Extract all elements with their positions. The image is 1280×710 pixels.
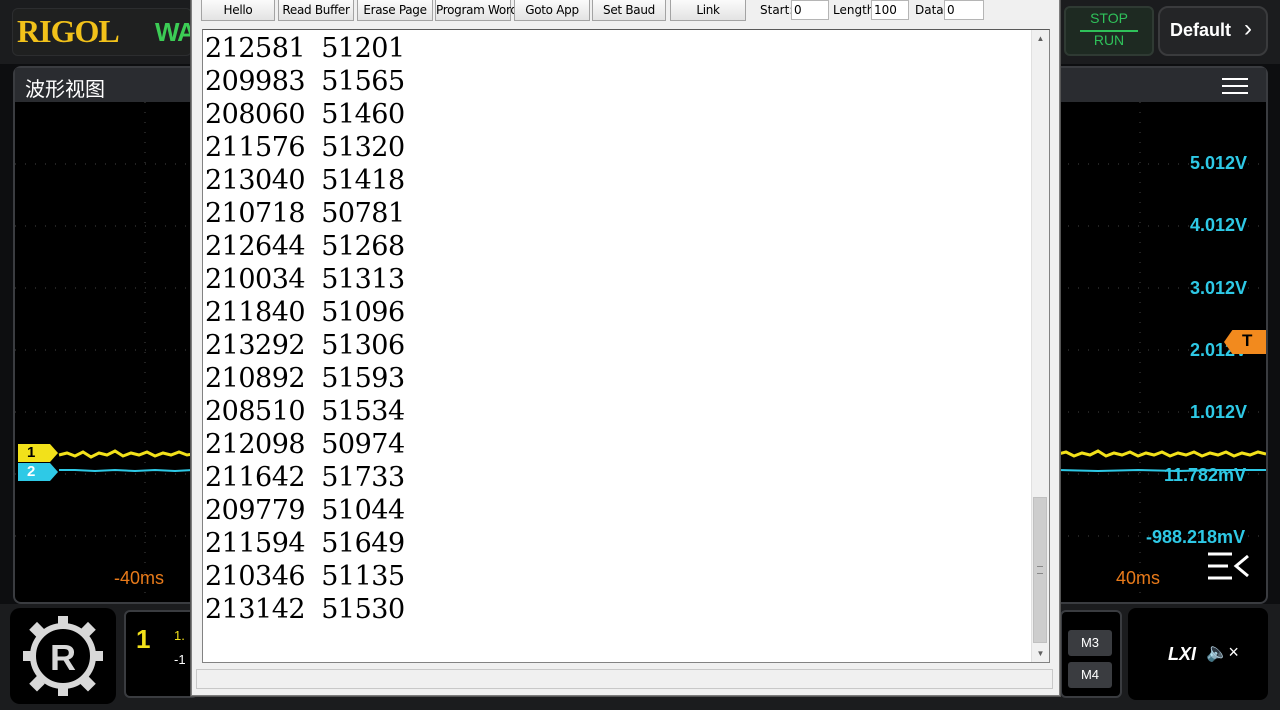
ch1-offset-partial: -1 xyxy=(174,652,186,667)
speaker-muted-icon[interactable]: 🔈× xyxy=(1206,642,1239,663)
scroll-thumb[interactable] xyxy=(1033,497,1047,643)
volt-label-3: 3.012V xyxy=(1190,278,1248,298)
brand-text: RIGOL xyxy=(17,13,120,49)
volt-label-6: 11.782mV xyxy=(1164,465,1247,485)
list-item[interactable]: 210718 50781 xyxy=(205,197,405,230)
rigol-logo: RIGOL WA xyxy=(12,8,196,56)
math-box: M3 M4 xyxy=(1060,610,1122,698)
lxi-logo: LXI xyxy=(1168,644,1197,664)
list-item[interactable]: 208060 51460 xyxy=(205,98,405,131)
erase-page-button[interactable]: Erase Page xyxy=(357,0,433,21)
ch1-number: 1 xyxy=(136,624,151,654)
waveform-view-panel: 波形视图 xyxy=(13,66,193,604)
stop-label: STOP xyxy=(1090,10,1128,26)
ch1-settings-box[interactable]: 1 1. -1 xyxy=(124,610,198,698)
volt-label-1: 5.012V xyxy=(1190,153,1248,173)
vertical-scrollbar[interactable]: ▲ ▼ xyxy=(1031,30,1049,662)
list-item[interactable]: 212581 51201 xyxy=(205,32,405,65)
time-right-label: 40ms xyxy=(1116,568,1161,588)
list-item[interactable]: 213040 51418 xyxy=(205,164,405,197)
list-item[interactable]: 211576 51320 xyxy=(205,131,405,164)
waveform-view-title-bar-right xyxy=(1058,68,1266,102)
m3-button[interactable]: M3 xyxy=(1068,630,1112,656)
read-buffer-button[interactable]: Read Buffer xyxy=(278,0,354,21)
ch1-marker: 1 xyxy=(18,444,58,462)
chevron-right-icon: › xyxy=(1244,15,1252,42)
ch1-trace-right xyxy=(1058,449,1266,458)
length-input[interactable]: 100 xyxy=(871,0,909,20)
data-input[interactable]: 0 xyxy=(944,0,984,20)
scroll-up-arrow-icon[interactable]: ▲ xyxy=(1032,30,1049,47)
time-left-label: -40ms xyxy=(114,568,165,588)
list-item[interactable]: 212098 50974 xyxy=(205,428,405,461)
list-item[interactable]: 209779 51044 xyxy=(205,494,405,527)
collapse-menu-icon[interactable] xyxy=(1206,550,1250,582)
lxi-status-box[interactable]: LXI 🔈× xyxy=(1128,608,1268,700)
volt-label-7: -988.218mV xyxy=(1146,527,1246,547)
svg-text:R: R xyxy=(50,637,76,678)
list-item[interactable]: 210346 51135 xyxy=(205,560,405,593)
start-label: Start: xyxy=(760,3,794,17)
run-stop-button[interactable]: STOP RUN xyxy=(1064,6,1154,56)
list-item[interactable]: 211642 51733 xyxy=(205,461,405,494)
goto-app-button[interactable]: Goto App xyxy=(514,0,590,21)
status-field xyxy=(196,669,1053,689)
start-input[interactable]: 0 xyxy=(791,0,829,20)
volt-label-2: 4.012V xyxy=(1190,215,1248,235)
ch2-trace xyxy=(59,468,193,473)
list-item[interactable]: 213292 51306 xyxy=(205,329,405,362)
list-item[interactable]: 211594 51649 xyxy=(205,527,405,560)
default-button[interactable]: Default › xyxy=(1158,6,1268,56)
output-rows: 212581 51201 209983 51565 208060 51460 2… xyxy=(205,32,405,626)
panel-title: 波形视图 xyxy=(25,79,105,101)
waveform-left-svg xyxy=(15,102,193,602)
list-item[interactable]: 212644 51268 xyxy=(205,230,405,263)
list-item[interactable]: 213142 51530 xyxy=(205,593,405,626)
set-baud-button[interactable]: Set Baud xyxy=(592,0,666,21)
waveform-view-title-bar: 波形视图 xyxy=(15,68,193,102)
hello-button[interactable]: Hello xyxy=(201,0,275,21)
list-item[interactable]: 209983 51565 xyxy=(205,65,405,98)
list-item[interactable]: 210034 51313 xyxy=(205,263,405,296)
list-item[interactable]: 210892 51593 xyxy=(205,362,405,395)
grip-icon xyxy=(1037,566,1043,574)
ch1-trace xyxy=(58,449,193,459)
link-button[interactable]: Link xyxy=(670,0,746,21)
brand-suffix: WA xyxy=(155,17,196,47)
m4-button[interactable]: M4 xyxy=(1068,662,1112,688)
default-label: Default xyxy=(1170,20,1232,40)
serial-tool-window: Hello Read Buffer Erase Page Program Wor… xyxy=(191,0,1060,696)
ch2-marker: 2 xyxy=(18,463,58,481)
list-item[interactable]: 211840 51096 xyxy=(205,296,405,329)
volt-label-5: 1.012V xyxy=(1190,402,1248,422)
program-word-button[interactable]: Program Word xyxy=(435,0,518,21)
run-label: RUN xyxy=(1093,32,1125,48)
scroll-down-arrow-icon[interactable]: ▼ xyxy=(1032,645,1049,662)
data-label: Data: xyxy=(915,3,948,17)
gear-icon: R xyxy=(23,616,103,696)
output-listbox[interactable]: 212581 51201 209983 51565 208060 51460 2… xyxy=(202,29,1050,663)
menu-icon[interactable] xyxy=(1222,78,1248,94)
trigger-marker[interactable]: T xyxy=(1224,330,1266,354)
utility-button[interactable]: R xyxy=(10,608,116,704)
ch1-scale-partial: 1. xyxy=(174,628,185,643)
list-item[interactable]: 208510 51534 xyxy=(205,395,405,428)
